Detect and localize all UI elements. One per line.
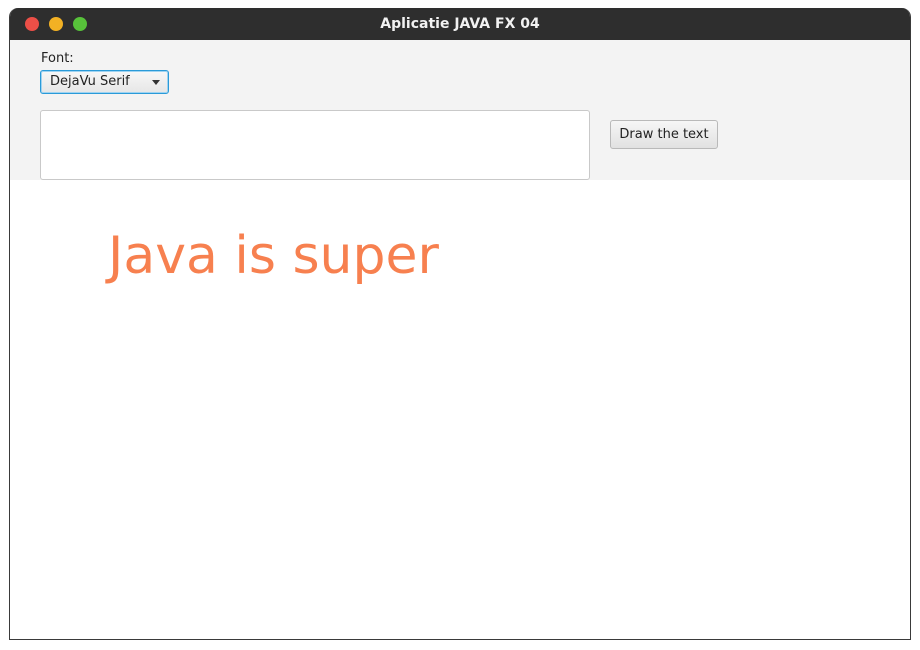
drawn-text: Java is super (108, 226, 439, 286)
font-select[interactable]: DejaVu Serif (40, 70, 169, 94)
font-select-value: DejaVu Serif (50, 74, 130, 89)
font-label: Font: (41, 51, 74, 66)
window-title: Aplicatie JAVA FX 04 (380, 16, 540, 32)
controls-panel: Font: DejaVu Serif Draw the text (10, 40, 910, 180)
text-input-area[interactable] (40, 110, 590, 180)
chevron-down-icon (152, 80, 160, 85)
title-bar[interactable]: Aplicatie JAVA FX 04 (10, 8, 910, 41)
draw-text-button[interactable]: Draw the text (610, 120, 718, 149)
drawing-canvas[interactable]: Java is super (10, 180, 910, 639)
app-window: Aplicatie JAVA FX 04 Font: DejaVu Serif … (9, 8, 911, 640)
